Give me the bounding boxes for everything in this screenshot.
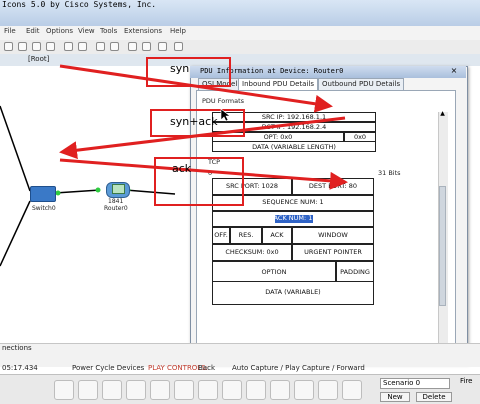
ack-annotation-box — [154, 157, 244, 206]
syn-annotation: syn — [170, 62, 190, 75]
mouse-pointer-icon — [220, 108, 231, 122]
ack-annotation: ack — [172, 162, 192, 175]
syn-ack-annotation: syn+ack — [170, 115, 218, 128]
